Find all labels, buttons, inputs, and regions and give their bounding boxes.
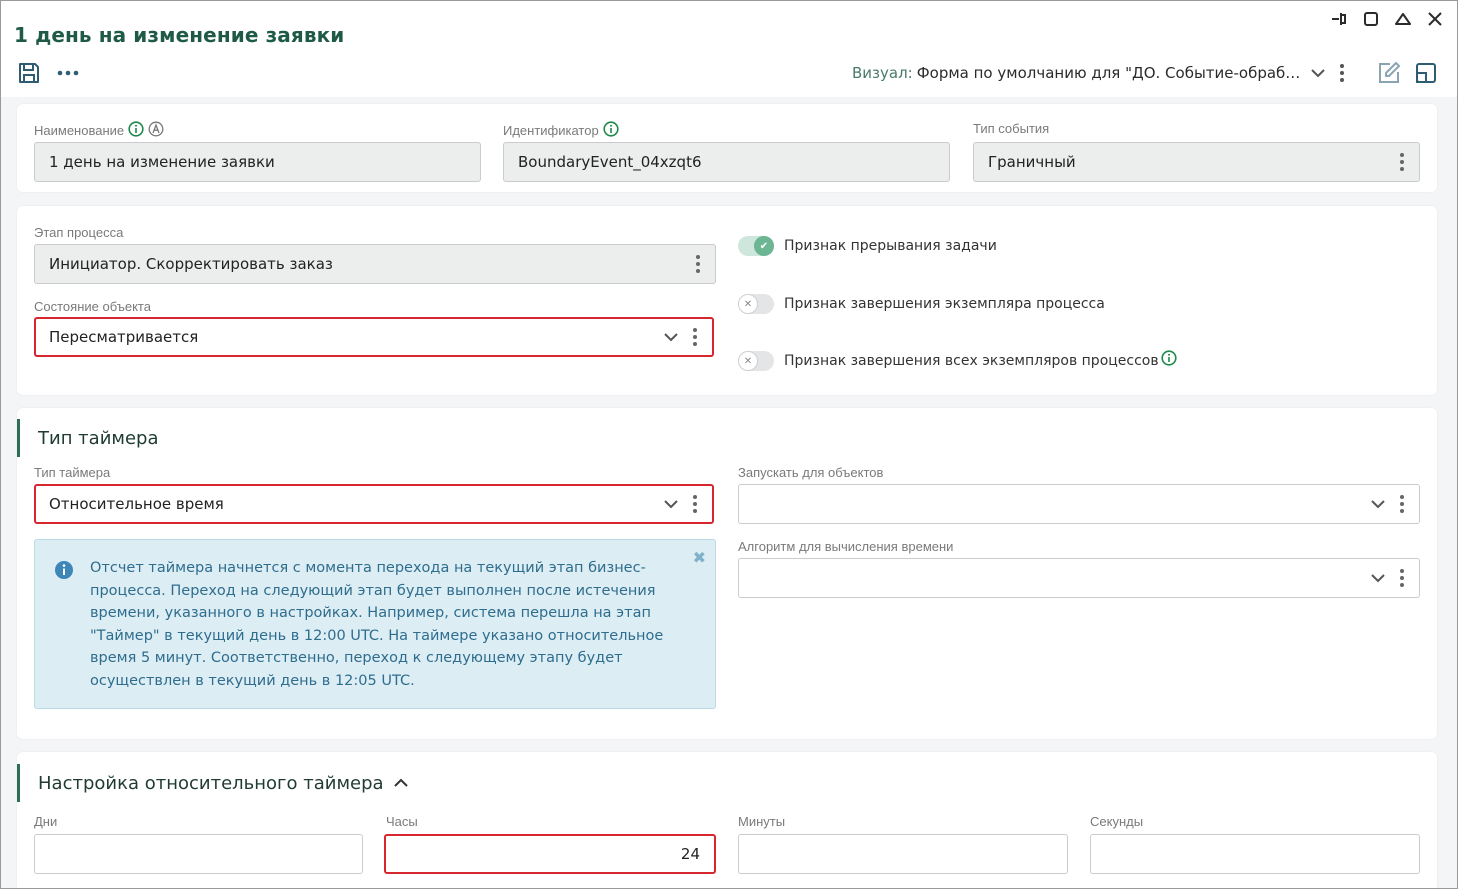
seconds-input[interactable] (1090, 834, 1420, 874)
check-icon: ✔ (754, 236, 774, 256)
event-type-field[interactable]: Граничный (973, 142, 1420, 182)
id-field[interactable]: BoundaryEvent_04xzqt6 (503, 142, 950, 182)
run-for-label: Запускать для объектов (738, 465, 884, 480)
seconds-label: Секунды (1090, 814, 1144, 829)
minutes-label: Минуты (738, 814, 786, 829)
info-icon[interactable] (603, 121, 619, 140)
form-header: 1 день на изменение заявки Визуал: Форма… (1, 1, 1457, 97)
stage-field[interactable]: Инициатор. Скорректировать заказ (34, 244, 716, 284)
open-in-window-icon[interactable] (1415, 62, 1437, 84)
relative-timer-panel: Настройка относительного таймера Дни Час… (17, 752, 1437, 888)
collapse-icon[interactable] (1393, 9, 1413, 29)
toggle-switch[interactable]: ✕ (738, 294, 774, 314)
maximize-icon[interactable] (1361, 9, 1381, 29)
toggle-finish-all-instances[interactable]: ✕ Признак завершения всех экземпляров пр… (738, 350, 1177, 371)
timer-panel: Тип таймера Тип таймера Относительное вр… (17, 408, 1437, 739)
toggle-switch[interactable]: ✕ (738, 351, 774, 371)
visual-label: Визуал: (852, 64, 913, 82)
kebab-menu-icon[interactable] (1399, 494, 1405, 514)
timer-type-label: Тип таймера (34, 465, 111, 480)
state-select[interactable]: Пересматривается (34, 317, 714, 357)
kebab-menu-icon[interactable] (1399, 152, 1405, 172)
chevron-down-icon[interactable] (664, 499, 678, 509)
name-field[interactable]: 1 день на изменение заявки (34, 142, 481, 182)
state-label: Состояние объекта (34, 299, 151, 314)
close-icon[interactable]: ✖ (693, 548, 706, 568)
close-icon[interactable] (1425, 9, 1445, 29)
toggle-finish-instance[interactable]: ✕ Признак завершения экземпляра процесса (738, 294, 1105, 314)
kebab-menu-icon[interactable] (1339, 63, 1345, 83)
algorithm-select[interactable] (738, 558, 1420, 598)
run-for-select[interactable] (738, 484, 1420, 524)
chevron-down-icon[interactable] (664, 332, 678, 342)
general-panel: Наименование 1 день на изменение заявки … (17, 104, 1437, 192)
cross-icon: ✕ (738, 351, 758, 371)
chevron-down-icon[interactable] (1371, 573, 1385, 583)
info-circle-icon (54, 560, 74, 583)
visual-selector[interactable]: Визуал: Форма по умолчанию для "ДО. Собы… (852, 64, 1300, 82)
kebab-menu-icon[interactable] (1399, 568, 1405, 588)
name-label: Наименование (34, 121, 164, 140)
event-type-label: Тип события (973, 121, 1050, 136)
days-label: Дни (34, 814, 58, 829)
edit-visual-icon[interactable] (1377, 61, 1401, 85)
kebab-menu-icon[interactable] (692, 494, 698, 514)
save-icon[interactable] (17, 61, 41, 85)
kebab-menu-icon[interactable] (692, 327, 698, 347)
info-text: Отсчет таймера начнется с момента перехо… (90, 560, 664, 689)
id-label: Идентификатор (503, 121, 619, 140)
timer-type-select[interactable]: Относительное время (34, 484, 714, 524)
algorithm-label: Алгоритм для вычисления времени (738, 539, 954, 554)
kebab-menu-icon[interactable] (695, 254, 701, 274)
hours-input[interactable]: 24 (384, 834, 716, 874)
process-panel: Этап процесса Инициатор. Скорректировать… (17, 206, 1437, 395)
days-input[interactable] (34, 834, 363, 874)
more-actions-icon[interactable] (57, 70, 79, 76)
pin-icon[interactable] (1329, 9, 1349, 29)
window-controls (1329, 9, 1445, 29)
minutes-input[interactable] (738, 834, 1068, 874)
header-actions (1311, 61, 1437, 85)
visual-value: Форма по умолчанию для "ДО. Событие-обра… (916, 64, 1301, 82)
auto-letter-icon[interactable] (148, 121, 164, 140)
chevron-down-icon[interactable] (1311, 68, 1325, 78)
page-title: 1 день на изменение заявки (14, 23, 345, 47)
cross-icon: ✕ (738, 294, 758, 314)
info-notice: Отсчет таймера начнется с момента перехо… (34, 539, 716, 709)
relative-section-title[interactable]: Настройка относительного таймера (17, 764, 408, 802)
hours-label: Часы (386, 814, 418, 829)
info-icon[interactable] (128, 121, 144, 140)
toggle-switch[interactable]: ✔ (738, 236, 774, 256)
chevron-down-icon[interactable] (1371, 499, 1385, 509)
toolbar (17, 61, 79, 85)
info-icon[interactable] (1161, 350, 1177, 366)
stage-label: Этап процесса (34, 225, 124, 240)
chevron-up-icon[interactable] (393, 778, 408, 788)
toggle-interrupt-task[interactable]: ✔ Признак прерывания задачи (738, 236, 997, 256)
timer-section-title: Тип таймера (17, 419, 159, 457)
form-window: 1 день на изменение заявки Визуал: Форма… (0, 0, 1458, 889)
